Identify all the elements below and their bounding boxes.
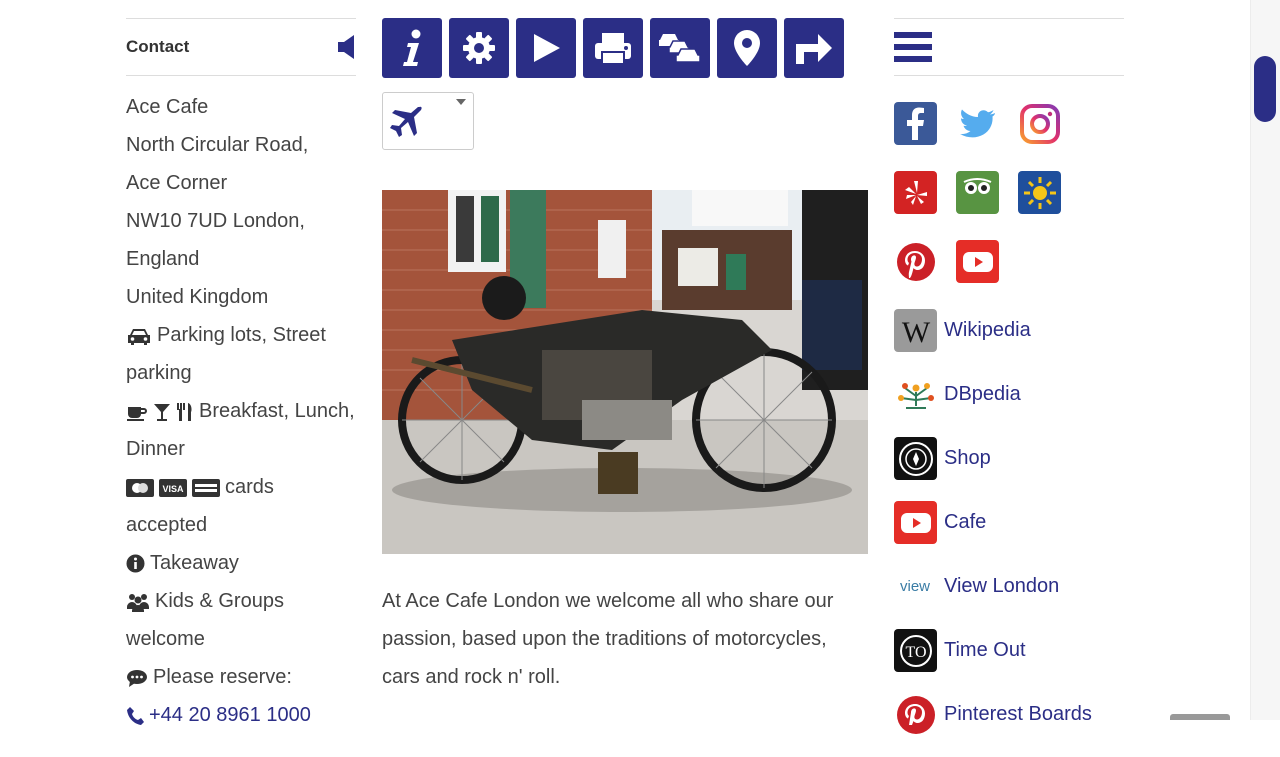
link-label: Time Out bbox=[944, 639, 1026, 661]
parking-text: Parking lots, Street parking bbox=[126, 324, 326, 384]
svg-text:W: W bbox=[901, 316, 930, 346]
phone-link[interactable]: +44 20 8961 1000 bbox=[149, 704, 311, 726]
directions-icon bbox=[796, 34, 832, 64]
link-label: DBpedia bbox=[944, 383, 1021, 405]
contact-info: Ace Cafe North Circular Road, Ace Corner… bbox=[126, 88, 356, 734]
link-label: Pinterest Boards bbox=[944, 703, 1092, 725]
info-circle-icon bbox=[126, 554, 145, 573]
link-label: View London bbox=[944, 575, 1060, 597]
mastercard-icon bbox=[126, 478, 154, 497]
toolbar bbox=[382, 18, 868, 78]
phone-icon bbox=[127, 706, 144, 725]
external-links: W Wikipedia DBpedia Shop Cafe view View … bbox=[894, 309, 1124, 736]
info-button[interactable] bbox=[382, 18, 442, 78]
link-label: Wikipedia bbox=[944, 319, 1031, 341]
view-logo-text: view bbox=[900, 578, 930, 595]
gear-icon bbox=[463, 32, 495, 64]
address-line: North Circular Road, bbox=[126, 134, 309, 156]
description: At Ace Cafe London we welcome all who sh… bbox=[382, 590, 834, 688]
motorcycle-photo bbox=[382, 190, 868, 554]
speaker-icon[interactable] bbox=[336, 32, 356, 62]
hamburger-menu-icon[interactable] bbox=[894, 30, 932, 64]
location-pin-icon bbox=[734, 30, 760, 66]
address-line: Ace Corner bbox=[126, 172, 228, 194]
traffic-button[interactable] bbox=[650, 18, 710, 78]
tripadvisor-icon[interactable] bbox=[956, 171, 999, 214]
contact-header: Contact bbox=[126, 18, 356, 76]
svg-text:VISA: VISA bbox=[162, 484, 184, 494]
pinterest-icon[interactable] bbox=[894, 240, 937, 283]
info-icon bbox=[403, 29, 421, 66]
contact-title: Contact bbox=[126, 37, 190, 56]
settings-button[interactable] bbox=[449, 18, 509, 78]
timeout-logo-icon: TO bbox=[894, 629, 937, 672]
sun-icon[interactable] bbox=[1018, 171, 1061, 214]
links-panel: W Wikipedia DBpedia Shop Cafe view View … bbox=[894, 18, 1124, 757]
view-logo-icon: view bbox=[894, 565, 937, 608]
address-line: NW10 7UD London, bbox=[126, 210, 305, 232]
twitter-icon[interactable] bbox=[956, 102, 999, 145]
link-dbpedia[interactable]: DBpedia bbox=[894, 373, 1124, 416]
address-line: United Kingdom bbox=[126, 286, 269, 308]
pinterest-icon bbox=[894, 693, 937, 736]
instagram-icon[interactable] bbox=[1018, 102, 1061, 145]
contact-panel: Contact Ace Cafe North Circular Road, Ac… bbox=[126, 18, 356, 734]
print-button[interactable] bbox=[583, 18, 643, 78]
scroll-corner-handle bbox=[1170, 714, 1230, 720]
print-icon bbox=[595, 33, 631, 65]
reserve-info: Please reserve: bbox=[126, 658, 356, 696]
link-time-out[interactable]: TO Time Out bbox=[894, 629, 1124, 672]
takeaway-text: Takeaway bbox=[150, 552, 239, 574]
coffee-icon bbox=[127, 406, 147, 421]
amex-icon bbox=[192, 478, 220, 497]
shop-logo-icon bbox=[894, 437, 937, 480]
transport-select[interactable] bbox=[382, 92, 474, 150]
users-icon bbox=[127, 593, 149, 612]
airplane-icon bbox=[390, 106, 422, 137]
link-view-london[interactable]: view View London bbox=[894, 565, 1124, 608]
play-button[interactable] bbox=[516, 18, 576, 78]
link-wikipedia[interactable]: W Wikipedia bbox=[894, 309, 1124, 352]
social-icons bbox=[894, 102, 1124, 283]
main-content: At Ace Cafe London we welcome all who sh… bbox=[382, 18, 868, 696]
cutlery-icon bbox=[177, 402, 192, 421]
address-line: Ace Cafe bbox=[126, 96, 209, 118]
facebook-icon[interactable] bbox=[894, 102, 937, 145]
youtube-icon[interactable] bbox=[956, 240, 999, 283]
link-label: Cafe bbox=[944, 511, 987, 533]
link-pinterest-boards[interactable]: Pinterest Boards bbox=[894, 693, 1124, 736]
yelp-icon[interactable] bbox=[894, 171, 937, 214]
wikipedia-icon: W bbox=[894, 309, 937, 352]
vertical-scrollbar[interactable] bbox=[1250, 0, 1280, 720]
cocktail-icon bbox=[154, 403, 170, 421]
directions-button[interactable] bbox=[784, 18, 844, 78]
kids-info: Kids & Groups welcome bbox=[126, 582, 356, 658]
play-icon bbox=[534, 34, 560, 62]
timeout-logo-text: TO bbox=[905, 644, 926, 661]
chevron-down-icon bbox=[456, 99, 466, 105]
location-button[interactable] bbox=[717, 18, 777, 78]
parking-info: Parking lots, Street parking bbox=[126, 316, 356, 392]
cards-info: VISA cards accepted bbox=[126, 468, 356, 544]
car-icon bbox=[128, 328, 150, 345]
takeaway-info: Takeaway bbox=[126, 544, 356, 582]
link-shop[interactable]: Shop bbox=[894, 437, 1124, 480]
phone-info[interactable]: +44 20 8961 1000 bbox=[126, 696, 356, 734]
meals-info: Breakfast, Lunch, Dinner bbox=[126, 392, 356, 468]
chat-icon bbox=[127, 669, 147, 687]
reserve-text: Please reserve: bbox=[153, 666, 292, 688]
visa-icon: VISA bbox=[159, 478, 187, 497]
scrollbar-thumb[interactable] bbox=[1254, 56, 1276, 122]
dbpedia-icon bbox=[894, 373, 937, 416]
link-label: Shop bbox=[944, 447, 991, 469]
cars-icon bbox=[659, 34, 701, 63]
youtube-icon bbox=[894, 501, 937, 544]
menu-header bbox=[894, 18, 1124, 76]
address-line: England bbox=[126, 248, 200, 270]
link-cafe[interactable]: Cafe bbox=[894, 501, 1124, 544]
